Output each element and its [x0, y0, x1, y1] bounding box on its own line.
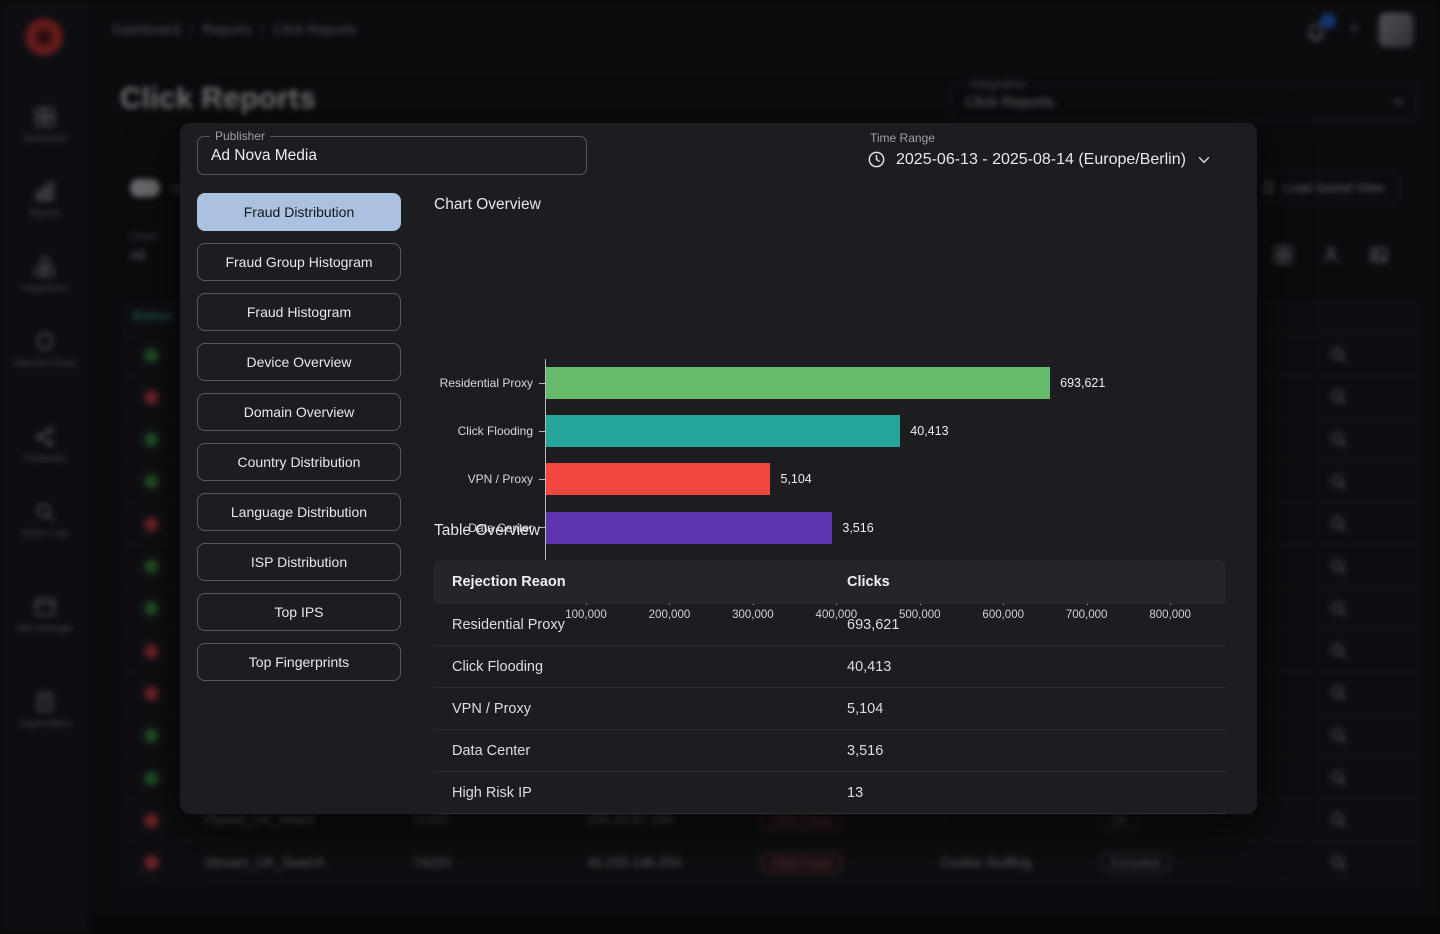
report-type-top-fingerprints[interactable]: Top Fingerprints	[197, 643, 401, 681]
chevron-down-icon	[1195, 151, 1213, 169]
chart-category-label: Click Flooding	[434, 407, 545, 455]
clicks-cell: 40,413	[847, 646, 891, 688]
chart-bar	[546, 463, 770, 495]
rejection-table-header: Rejection Reaon Clicks	[434, 560, 1226, 604]
rejection-reason-cell: Click Flooding	[452, 646, 543, 688]
time-range-label: Time Range	[870, 131, 1213, 145]
report-type-device-overview[interactable]: Device Overview	[197, 343, 401, 381]
report-type-language-distribution[interactable]: Language Distribution	[197, 493, 401, 531]
rejection-table-row: Residential Proxy 693,621	[434, 604, 1226, 646]
clicks-cell: 693,621	[847, 604, 899, 646]
clicks-cell: 3,516	[847, 730, 883, 772]
chart-bar-value: 693,621	[1060, 367, 1105, 399]
report-type-top-ips[interactable]: Top IPS	[197, 593, 401, 631]
clicks-header: Clicks	[847, 560, 890, 604]
report-modal: Publisher Ad Nova Media Time Range 2025-…	[180, 123, 1257, 814]
rejection-reason-cell: Residential Proxy	[452, 604, 565, 646]
clicks-cell: 5,104	[847, 688, 883, 730]
rejection-reason-cell: Data Center	[452, 730, 530, 772]
report-type-country-distribution[interactable]: Country Distribution	[197, 443, 401, 481]
time-range-picker[interactable]: Time Range 2025-06-13 - 2025-08-14 (Euro…	[866, 131, 1213, 170]
chart-category-label: VPN / Proxy	[434, 455, 545, 503]
chart-bar	[546, 367, 1050, 399]
publisher-field-value: Ad Nova Media	[211, 137, 317, 174]
rejection-reason-cell: High Risk IP	[452, 772, 532, 814]
rejection-table-row: High Risk IP 13	[434, 772, 1226, 814]
chart-bar	[546, 512, 832, 544]
chart-bar-value: 40,413	[910, 415, 948, 447]
rejection-table-row: Click Flooding 40,413	[434, 646, 1226, 688]
report-type-domain-overview[interactable]: Domain Overview	[197, 393, 401, 431]
rejection-table: Rejection Reaon Clicks Residential Proxy…	[434, 560, 1226, 814]
screen: DashboardReportsIntegrationsDetection Ru…	[0, 0, 1440, 934]
report-type-fraud-distribution[interactable]: Fraud Distribution	[197, 193, 401, 231]
chart-section-title: Chart Overview	[434, 196, 541, 214]
table-section-title: Table Overview	[434, 522, 540, 540]
report-type-isp-distribution[interactable]: ISP Distribution	[197, 543, 401, 581]
chart-bar	[546, 415, 900, 447]
time-range-value: 2025-06-13 - 2025-08-14 (Europe/Berlin)	[896, 151, 1186, 169]
rejection-table-row: VPN / Proxy 5,104	[434, 688, 1226, 730]
rejection-table-row: Data Center 3,516	[434, 730, 1226, 772]
rejection-reason-cell: VPN / Proxy	[452, 688, 531, 730]
publisher-field[interactable]: Publisher Ad Nova Media	[197, 136, 587, 175]
chart-bar-value: 3,516	[842, 512, 873, 544]
report-type-fraud-group-histogram[interactable]: Fraud Group Histogram	[197, 243, 401, 281]
chart-category-label: Residential Proxy	[434, 359, 545, 407]
rejection-table-body: Residential Proxy 693,621 Click Flooding 40…	[434, 604, 1226, 814]
chart-bar-value: 5,104	[780, 463, 811, 495]
rejection-reason-header: Rejection Reaon	[452, 560, 566, 604]
report-type-fraud-histogram[interactable]: Fraud Histogram	[197, 293, 401, 331]
clock-icon	[866, 149, 887, 170]
clicks-cell: 13	[847, 772, 863, 814]
